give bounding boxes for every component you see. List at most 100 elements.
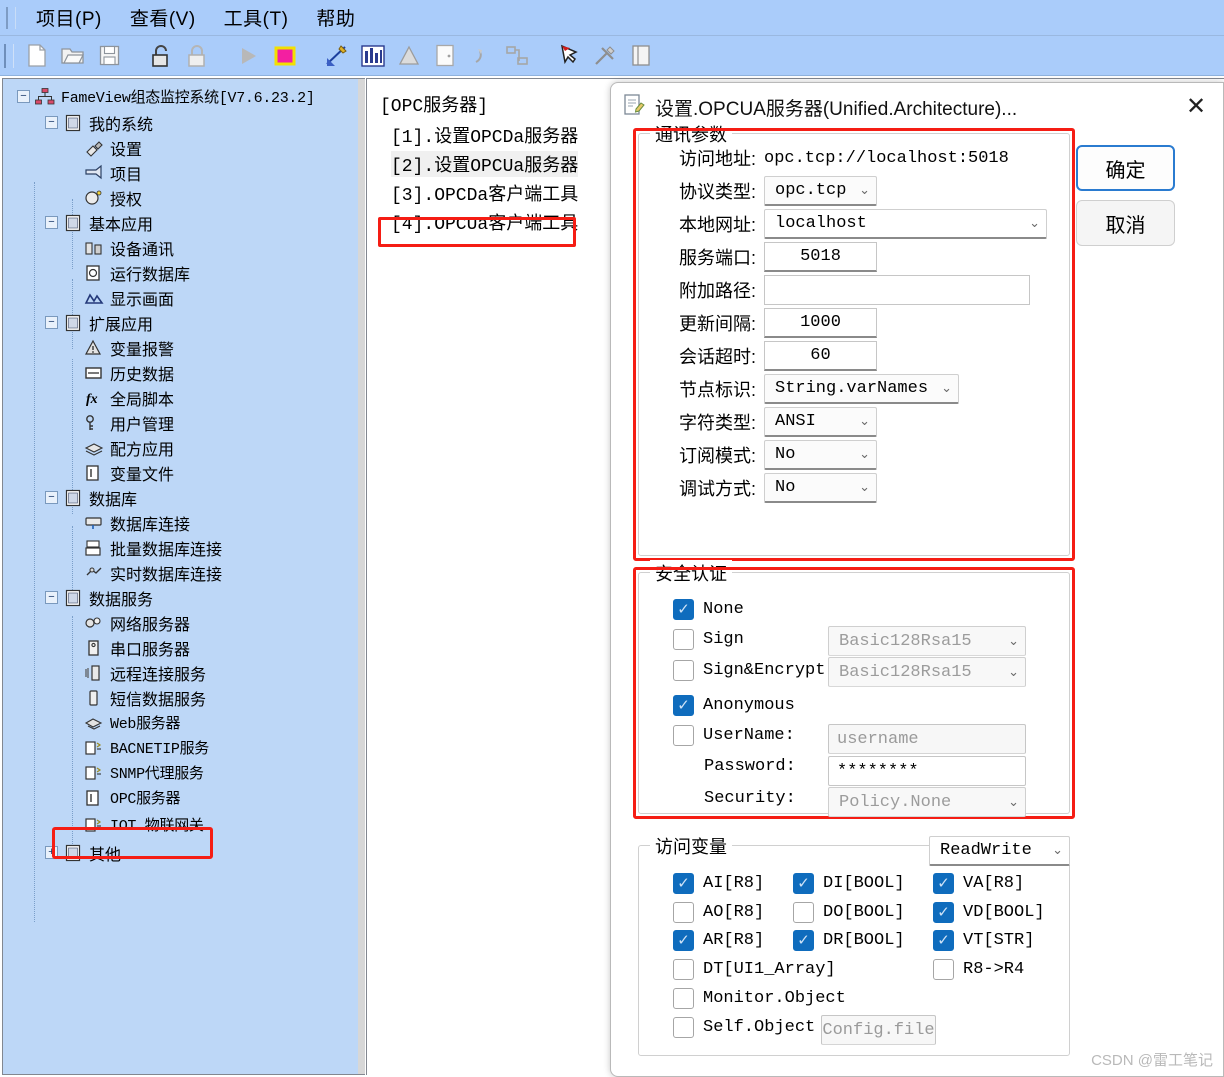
var-va-row[interactable]: VA[R8] [933, 873, 1024, 894]
var-self-object-row[interactable]: Self.Object [673, 1017, 815, 1038]
tree-item-project[interactable]: 项目 [83, 160, 142, 185]
var-monitor-object-row[interactable]: Monitor.Object [673, 988, 846, 1009]
menu-help[interactable]: 帮助 [302, 2, 369, 33]
run-icon[interactable] [233, 40, 265, 72]
var-vd-row[interactable]: VD[BOOL] [933, 902, 1045, 923]
tree-item-db-connect[interactable]: 数据库连接 [83, 510, 190, 535]
tree-item-serial-server[interactable]: 串口服务器 [83, 635, 190, 660]
open-folder-icon[interactable] [57, 40, 89, 72]
cancel-button[interactable]: 取消 [1076, 200, 1175, 246]
var-di-row[interactable]: DI[BOOL] [793, 873, 905, 894]
tree-item-display-screen[interactable]: 显示画面 [83, 285, 174, 310]
collapse-toggle[interactable]: − [45, 216, 58, 229]
identity-username-row[interactable]: UserName: [673, 725, 795, 746]
security-policy-select[interactable]: Policy.None ⌄ [828, 787, 1026, 817]
tree-group-database[interactable]: − 数据库 [45, 485, 137, 510]
opc-list-item-2[interactable]: [2].设置OPCUa服务器 [391, 151, 578, 177]
identity-anonymous-row[interactable]: Anonymous [673, 695, 795, 716]
node-id-select[interactable]: String.varNames ⌄ [764, 374, 959, 404]
extra-path-input[interactable] [764, 275, 1030, 305]
collapse-toggle[interactable]: − [45, 316, 58, 329]
tree-item-db-batch[interactable]: 批量数据库连接 [83, 535, 222, 560]
alarm-icon[interactable] [393, 40, 425, 72]
link-icon[interactable] [465, 40, 497, 72]
tree-item-recipe[interactable]: 配方应用 [83, 435, 174, 460]
local-address-combo[interactable]: localhost ⌄ [764, 209, 1047, 239]
save-icon[interactable] [93, 40, 125, 72]
tree-item-opc-server[interactable]: OPC服务器 [83, 785, 180, 810]
checkbox-do[interactable] [793, 902, 814, 923]
collapse-toggle[interactable]: − [45, 591, 58, 604]
menu-drag-grip[interactable] [6, 7, 16, 29]
ok-button[interactable]: 确定 [1076, 145, 1175, 191]
var-dt-row[interactable]: DT[UI1_Array] [673, 959, 836, 980]
checkbox-r8-r4[interactable] [933, 959, 954, 980]
security-mode-signencrypt-row[interactable]: Sign&Encrypt [673, 660, 825, 681]
var-ar-row[interactable]: AR[R8] [673, 930, 764, 951]
unlock-icon[interactable] [145, 40, 177, 72]
toolbar-drag-grip[interactable] [4, 44, 14, 68]
book-icon[interactable] [625, 40, 657, 72]
tree-item-db-realtime[interactable]: 实时数据库连接 [83, 560, 222, 585]
protocol-type-select[interactable]: opc.tcp ⌄ [764, 176, 877, 206]
checkbox-monitor-object[interactable] [673, 988, 694, 1009]
menu-view[interactable]: 查看(V) [116, 2, 210, 33]
network-icon[interactable] [501, 40, 533, 72]
tree-group-other[interactable]: + 其他 [45, 840, 121, 865]
new-file-icon[interactable] [21, 40, 53, 72]
checkbox-di[interactable] [793, 873, 814, 894]
checkbox-ao[interactable] [673, 902, 694, 923]
tools-icon[interactable] [589, 40, 621, 72]
security-mode-none-row[interactable]: None [673, 599, 744, 620]
var-ai-row[interactable]: AI[R8] [673, 873, 764, 894]
update-interval-input[interactable]: 1000 [764, 308, 877, 338]
sign-policy-select[interactable]: Basic128Rsa15 ⌄ [828, 626, 1026, 656]
session-timeout-input[interactable]: 60 [764, 341, 877, 371]
subscribe-mode-select[interactable]: No ⌄ [764, 440, 877, 470]
tree-node-root[interactable]: − FameView组态监控系统[V7.6.23.2] [17, 84, 315, 109]
checkbox-sign-encrypt[interactable] [673, 660, 694, 681]
checkbox-vt[interactable] [933, 930, 954, 951]
password-input[interactable]: ******** [828, 756, 1026, 786]
tree-item-history-data[interactable]: 历史数据 [83, 360, 174, 385]
tree-item-runtime-db[interactable]: 运行数据库 [83, 260, 190, 285]
checkbox-dr[interactable] [793, 930, 814, 951]
close-icon[interactable]: ✕ [1179, 91, 1213, 121]
tree-item-global-script[interactable]: fx 全局脚本 [83, 385, 174, 410]
var-r8r4-row[interactable]: R8->R4 [933, 959, 1024, 980]
tree-item-iot-gateway[interactable]: IOT.物联网关 [83, 812, 204, 837]
tree-item-license[interactable]: 授权 [83, 185, 142, 210]
checkbox-none[interactable] [673, 599, 694, 620]
username-input[interactable]: username [828, 724, 1026, 754]
menu-tools[interactable]: 工具(T) [210, 2, 303, 33]
service-port-input[interactable]: 5018 [764, 242, 877, 272]
menu-project[interactable]: 项目(P) [22, 2, 116, 33]
tree-item-settings[interactable]: 设置 [83, 135, 142, 160]
pointer-icon[interactable] [553, 40, 585, 72]
access-mode-select[interactable]: ReadWrite ⌄ [929, 836, 1070, 866]
debug-mode-select[interactable]: No ⌄ [764, 473, 877, 503]
var-dr-row[interactable]: DR[BOOL] [793, 930, 905, 951]
var-do-row[interactable]: DO[BOOL] [793, 902, 905, 923]
checkbox-vd[interactable] [933, 902, 954, 923]
lock-icon[interactable] [181, 40, 213, 72]
tree-item-network-server[interactable]: 网络服务器 [83, 610, 190, 635]
chart-icon[interactable] [357, 40, 389, 72]
var-ao-row[interactable]: AO[R8] [673, 902, 764, 923]
checkbox-sign[interactable] [673, 629, 694, 650]
tree-scrollbar[interactable] [358, 78, 365, 1075]
draw-icon[interactable] [321, 40, 353, 72]
opc-list-item-1[interactable]: [1].设置OPCDa服务器 [391, 122, 578, 148]
checkbox-ar[interactable] [673, 930, 694, 951]
window-icon[interactable] [429, 40, 461, 72]
tree-item-web-server[interactable]: Web服务器 [83, 710, 180, 735]
collapse-toggle[interactable]: − [17, 90, 30, 103]
charset-select[interactable]: ANSI ⌄ [764, 407, 877, 437]
tree-item-sms-service[interactable]: 短信数据服务 [83, 685, 206, 710]
security-mode-sign-row[interactable]: Sign [673, 629, 744, 650]
checkbox-self-object[interactable] [673, 1017, 694, 1038]
tree-item-snmp[interactable]: SNMP代理服务 [83, 760, 204, 785]
tree-item-bacnet[interactable]: BACNETIP服务 [83, 735, 209, 760]
tree-group-ext-app[interactable]: − 扩展应用 [45, 310, 153, 335]
tree-group-data-service[interactable]: − 数据服务 [45, 585, 153, 610]
